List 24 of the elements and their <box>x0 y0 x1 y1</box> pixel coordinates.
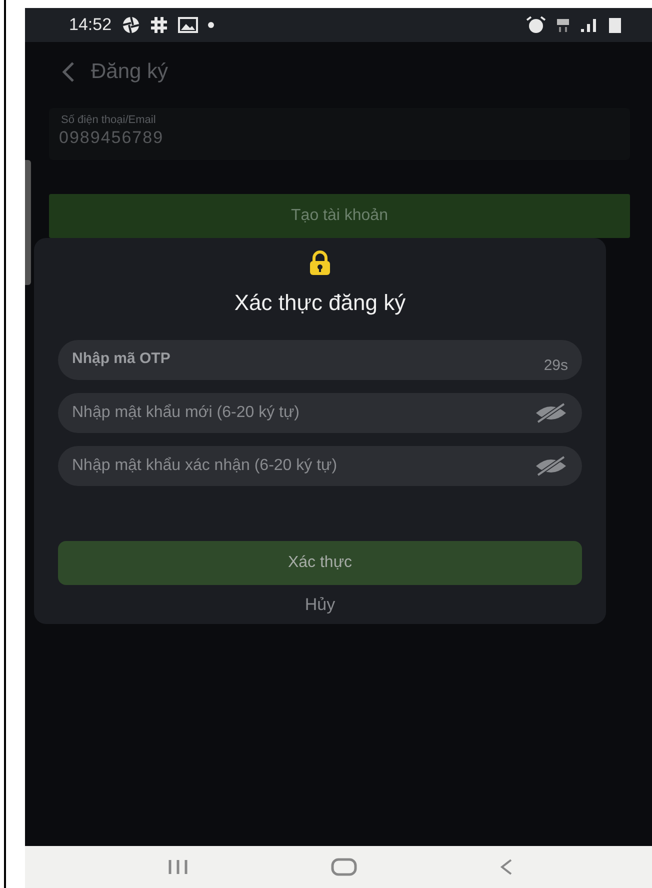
lock-icon <box>309 250 331 276</box>
clock-time: 14:52 <box>69 15 112 35</box>
back-icon[interactable] <box>61 61 75 83</box>
signal-icon <box>580 17 598 33</box>
password-field[interactable]: Nhập mật khẩu mới (6-20 ký tự) <box>58 393 582 433</box>
account-field[interactable]: Số điện thoại/Email 0989456789 <box>49 108 630 160</box>
hide-password-icon[interactable] <box>534 402 568 424</box>
hide-password-icon[interactable] <box>534 455 568 477</box>
create-account-button[interactable]: Tạo tài khoản <box>49 194 630 238</box>
dialog-title: Xác thực đăng ký <box>234 290 406 316</box>
page-title: Đăng ký <box>91 60 168 84</box>
home-icon[interactable] <box>331 858 358 876</box>
verify-button[interactable]: Xác thực <box>58 541 582 585</box>
battery-icon <box>608 16 622 34</box>
cancel-button[interactable]: Hủy <box>298 593 342 617</box>
scroll-handle[interactable] <box>25 160 31 285</box>
password-field[interactable]: Nhập mật khẩu xác nhận (6-20 ký tự) <box>58 446 582 486</box>
otp-field[interactable]: Nhập mã OTP 29s <box>58 340 582 380</box>
countdown-timer: 29s <box>544 357 568 376</box>
back-icon[interactable] <box>499 858 514 876</box>
grid-icon <box>150 16 168 34</box>
image-icon <box>178 17 198 33</box>
dot-icon <box>208 22 214 28</box>
alarm-icon <box>526 16 546 34</box>
